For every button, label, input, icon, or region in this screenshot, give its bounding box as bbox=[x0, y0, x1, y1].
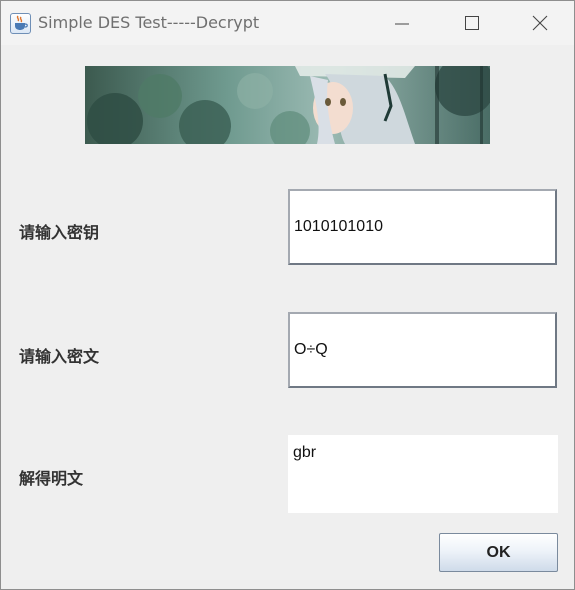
key-input[interactable]: 1010101010 bbox=[288, 189, 557, 265]
ciphertext-label: 请输入密文 bbox=[19, 347, 100, 366]
key-label: 请输入密钥 bbox=[19, 223, 100, 242]
minimize-button[interactable] bbox=[367, 1, 437, 45]
minimize-icon bbox=[395, 23, 409, 25]
maximize-button[interactable] bbox=[437, 1, 507, 45]
ok-button[interactable]: OK bbox=[439, 533, 558, 572]
close-icon bbox=[532, 15, 548, 31]
plaintext-output[interactable]: gbr bbox=[288, 435, 558, 513]
ciphertext-input[interactable]: O÷Q bbox=[288, 312, 557, 388]
maximize-icon bbox=[465, 16, 479, 30]
title-bar[interactable]: Simple DES Test-----Decrypt bbox=[1, 1, 574, 45]
close-button[interactable] bbox=[505, 1, 574, 45]
plaintext-label: 解得明文 bbox=[19, 469, 84, 488]
app-window: Simple DES Test-----Decrypt 请输入密钥 101010… bbox=[0, 0, 575, 590]
java-coffee-cup-icon[interactable] bbox=[10, 13, 31, 34]
window-title: Simple DES Test-----Decrypt bbox=[38, 13, 260, 32]
anime-banner-image bbox=[85, 66, 490, 144]
